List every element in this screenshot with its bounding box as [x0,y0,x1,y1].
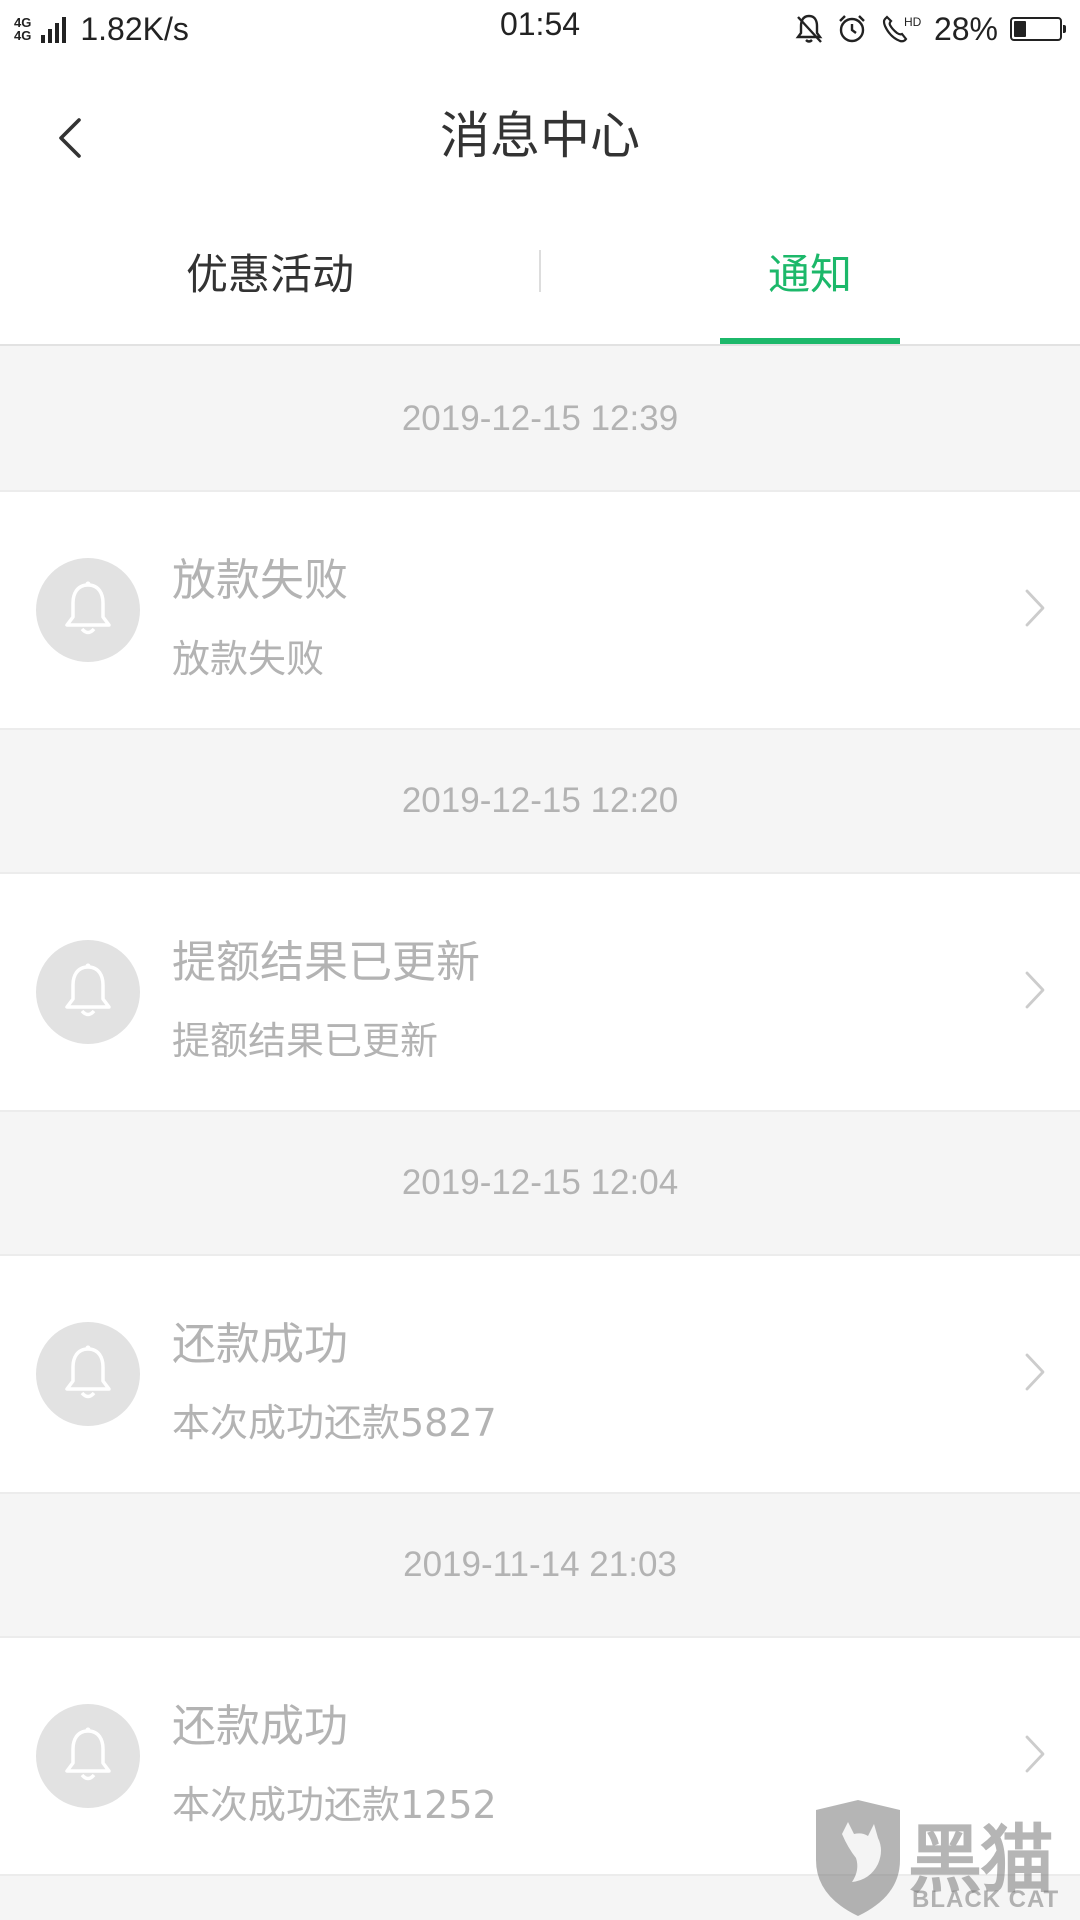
message-time-header: 2019-11-14 21:03 [0,1494,1080,1638]
alarm-icon [839,15,865,43]
bell-icon [36,558,140,662]
message-title: 提额结果已更新 [172,937,480,988]
message-title: 还款成功 [172,1319,348,1370]
watermark-text-en: BLACK CAT [912,1886,1060,1913]
message-item[interactable]: 还款成功 本次成功还款5827 [0,1256,1080,1494]
battery-fill [1014,21,1026,37]
tab-promotions[interactable]: 优惠活动 [0,198,540,344]
hd-call-icon: HD [882,15,922,43]
message-time-header: 2019-12-15 12:39 [0,348,1080,492]
message-body: 本次成功还款5827 [172,1401,497,1445]
battery-percent: 28% [933,10,998,47]
message-title: 放款失败 [172,555,348,606]
page-title: 消息中心 [440,107,640,165]
chevron-right-icon [1025,971,1045,1009]
bell-off-icon [795,14,823,43]
message-body: 放款失败 [172,637,325,681]
message-time-header: 2019-12-15 12:04 [0,1112,1080,1256]
chevron-right-icon [1025,1735,1045,1773]
tab-bar: 优惠活动 通知 [0,198,1080,346]
message-body: 提额结果已更新 [172,1019,439,1063]
message-list: 2019-12-15 12:39 放款失败 放款失败 2019-12-15 12… [0,348,1080,1876]
nav-bar: 消息中心 [0,58,1080,198]
message-item[interactable]: 提额结果已更新 提额结果已更新 [0,874,1080,1112]
watermark: 黑猫 BLACK CAT [808,1798,1080,1920]
message-title: 还款成功 [172,1701,348,1752]
bell-icon [36,1704,140,1808]
message-time-header: 2019-12-15 12:20 [0,730,1080,874]
chevron-right-icon [1025,589,1045,627]
message-item[interactable]: 放款失败 放款失败 [0,492,1080,730]
status-right: HD 28% [794,8,1066,50]
tab-notifications[interactable]: 通知 [540,198,1080,344]
message-body: 本次成功还款1252 [172,1783,497,1827]
bell-icon [36,940,140,1044]
bell-icon [36,1322,140,1426]
active-tab-indicator [720,338,900,344]
battery-icon [1010,17,1066,41]
svg-text:HD: HD [904,15,922,29]
status-bar: 4G 4G 1.82K/s 01:54 HD 28% [0,0,1080,58]
cat-shield-icon [816,1800,900,1916]
chevron-right-icon [1025,1353,1045,1391]
